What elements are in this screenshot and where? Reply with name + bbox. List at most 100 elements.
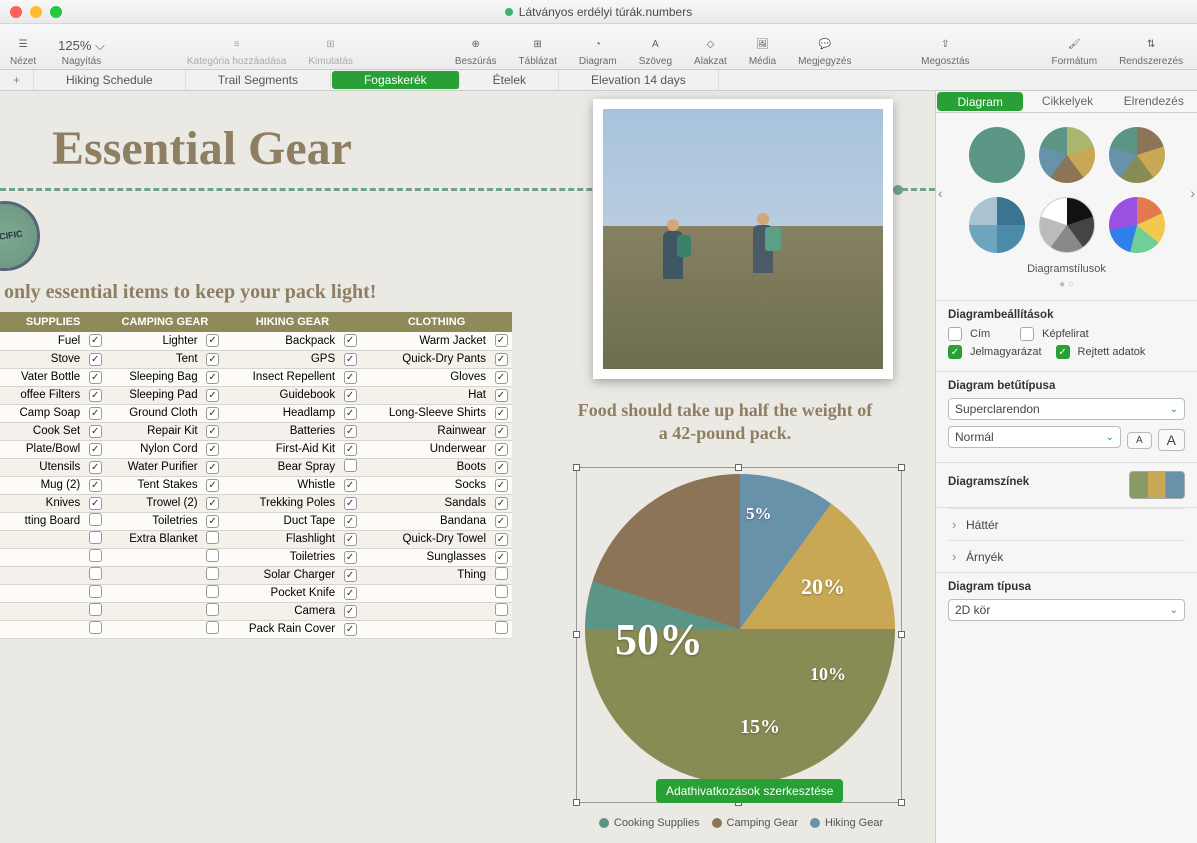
checkbox-icon[interactable] <box>344 551 357 564</box>
checkbox-icon[interactable] <box>344 623 357 636</box>
table-cell[interactable]: Duct Tape <box>224 512 340 530</box>
table-cell[interactable]: First-Aid Kit <box>224 440 340 458</box>
selection-frame[interactable]: 50% 5% 20% 10% 15% <box>576 467 902 803</box>
table-cell[interactable]: Sleeping Pad <box>106 386 201 404</box>
checkbox-icon[interactable] <box>495 551 508 564</box>
format-button[interactable]: 🖌Formátum <box>1052 33 1098 67</box>
table-cell[interactable] <box>361 620 490 638</box>
resize-handle[interactable] <box>898 464 905 471</box>
checkbox-cell[interactable] <box>202 566 224 584</box>
checkbox-icon[interactable] <box>206 353 219 366</box>
table-row[interactable]: UtensilsWater PurifierBear SprayBoots <box>0 458 512 476</box>
checkbox-cell[interactable] <box>339 548 361 566</box>
table-row[interactable]: Mug (2)Tent StakesWhistleSocks <box>0 476 512 494</box>
checkbox-cell[interactable] <box>202 332 224 350</box>
checkbox-cell[interactable] <box>202 476 224 494</box>
insert-button[interactable]: ⊕Beszúrás <box>455 33 497 67</box>
checkbox-cell[interactable] <box>84 512 106 530</box>
table-cell[interactable]: Plate/Bowl <box>0 440 84 458</box>
checkbox-icon[interactable] <box>89 603 102 616</box>
checkbox-icon[interactable] <box>495 515 508 528</box>
checkbox-icon[interactable] <box>495 353 508 366</box>
table-cell[interactable] <box>106 584 201 602</box>
text-button[interactable]: ASzöveg <box>639 33 672 67</box>
shape-button[interactable]: ◇Alakzat <box>694 33 727 67</box>
checkbox-icon[interactable] <box>344 515 357 528</box>
checkbox-cell[interactable] <box>84 368 106 386</box>
checkbox-icon[interactable] <box>495 407 508 420</box>
color-palette-button[interactable] <box>1129 471 1185 499</box>
checkbox-cell[interactable] <box>490 620 512 638</box>
checkbox-cell[interactable] <box>339 458 361 476</box>
checkbox-cell[interactable] <box>339 404 361 422</box>
media-button[interactable]: 🖼Média <box>749 33 776 67</box>
chart-button[interactable]: ◔Diagram <box>579 33 617 67</box>
table-cell[interactable]: Warm Jacket <box>361 332 490 350</box>
checkbox-icon[interactable] <box>344 353 357 366</box>
zoom-dropdown[interactable]: 125% ⌵Nagyítás <box>58 38 105 67</box>
sheet-tab[interactable]: Ételek <box>461 70 559 90</box>
checkbox-icon[interactable] <box>89 479 102 492</box>
canvas[interactable]: PACIFIC Essential Gear only essential it… <box>0 91 935 843</box>
checkbox-icon[interactable] <box>495 585 508 598</box>
checkbox-icon[interactable] <box>206 461 219 474</box>
table-row[interactable]: StoveTentGPSQuick-Dry Pants <box>0 350 512 368</box>
checkbox-cell[interactable] <box>339 440 361 458</box>
checkbox-icon[interactable] <box>344 334 357 347</box>
table-cell[interactable]: Fuel <box>0 332 84 350</box>
checkbox-cell[interactable] <box>202 602 224 620</box>
table-cell[interactable]: Thing <box>361 566 490 584</box>
table-cell[interactable]: Quick-Dry Towel <box>361 530 490 548</box>
checkbox-icon[interactable] <box>206 371 219 384</box>
table-cell[interactable]: Pack Rain Cover <box>224 620 340 638</box>
table-cell[interactable]: Headlamp <box>224 404 340 422</box>
table-header[interactable]: CLOTHING <box>361 312 512 332</box>
checkbox-icon[interactable] <box>89 513 102 526</box>
checkbox-cell[interactable] <box>84 530 106 548</box>
checkbox-icon[interactable] <box>89 443 102 456</box>
table-cell[interactable]: Cook Set <box>0 422 84 440</box>
table-cell[interactable] <box>106 620 201 638</box>
checkbox-icon[interactable] <box>89 334 102 347</box>
table-cell[interactable]: Trowel (2) <box>106 494 201 512</box>
table-cell[interactable]: Nylon Cord <box>106 440 201 458</box>
checkbox-cell[interactable] <box>490 512 512 530</box>
checkbox-icon[interactable] <box>495 497 508 510</box>
checkbox-icon[interactable] <box>495 371 508 384</box>
table-cell[interactable]: Extra Blanket <box>106 530 201 548</box>
checkbox-cell[interactable] <box>84 422 106 440</box>
checkbox-icon[interactable] <box>495 425 508 438</box>
table-row[interactable]: tting BoardToiletriesDuct TapeBandana <box>0 512 512 530</box>
table-cell[interactable]: Sandals <box>361 494 490 512</box>
tab-wedges[interactable]: Cikkelyek <box>1024 91 1110 112</box>
checkbox-cell[interactable] <box>84 548 106 566</box>
checkbox-cell[interactable] <box>339 350 361 368</box>
checkbox-icon[interactable] <box>89 407 102 420</box>
table-cell[interactable]: Underwear <box>361 440 490 458</box>
table-cell[interactable]: offee Filters <box>0 386 84 404</box>
table-cell[interactable] <box>0 620 84 638</box>
checkbox-cell[interactable] <box>339 566 361 584</box>
opt-hidden-checkbox[interactable]: Rejtett adatok <box>1056 345 1146 359</box>
checkbox-cell[interactable] <box>84 458 106 476</box>
table-cell[interactable] <box>361 584 490 602</box>
table-cell[interactable] <box>106 548 201 566</box>
tab-diagram[interactable]: Diagram <box>937 92 1023 111</box>
table-cell[interactable]: Gloves <box>361 368 490 386</box>
resize-handle[interactable] <box>735 464 742 471</box>
checkbox-cell[interactable] <box>84 404 106 422</box>
checkbox-cell[interactable] <box>84 332 106 350</box>
table-cell[interactable]: tting Board <box>0 512 84 530</box>
checkbox-cell[interactable] <box>202 512 224 530</box>
table-row[interactable]: Camera <box>0 602 512 620</box>
checkbox-cell[interactable] <box>339 476 361 494</box>
table-cell[interactable]: Toiletries <box>224 548 340 566</box>
checkbox-cell[interactable] <box>490 386 512 404</box>
checkbox-cell[interactable] <box>490 422 512 440</box>
checkbox-icon[interactable] <box>206 515 219 528</box>
checkbox-cell[interactable] <box>202 584 224 602</box>
resize-handle[interactable] <box>898 631 905 638</box>
table-row[interactable]: ToiletriesSunglasses <box>0 548 512 566</box>
style-pie-6[interactable] <box>1109 197 1165 253</box>
close-icon[interactable] <box>10 6 22 18</box>
